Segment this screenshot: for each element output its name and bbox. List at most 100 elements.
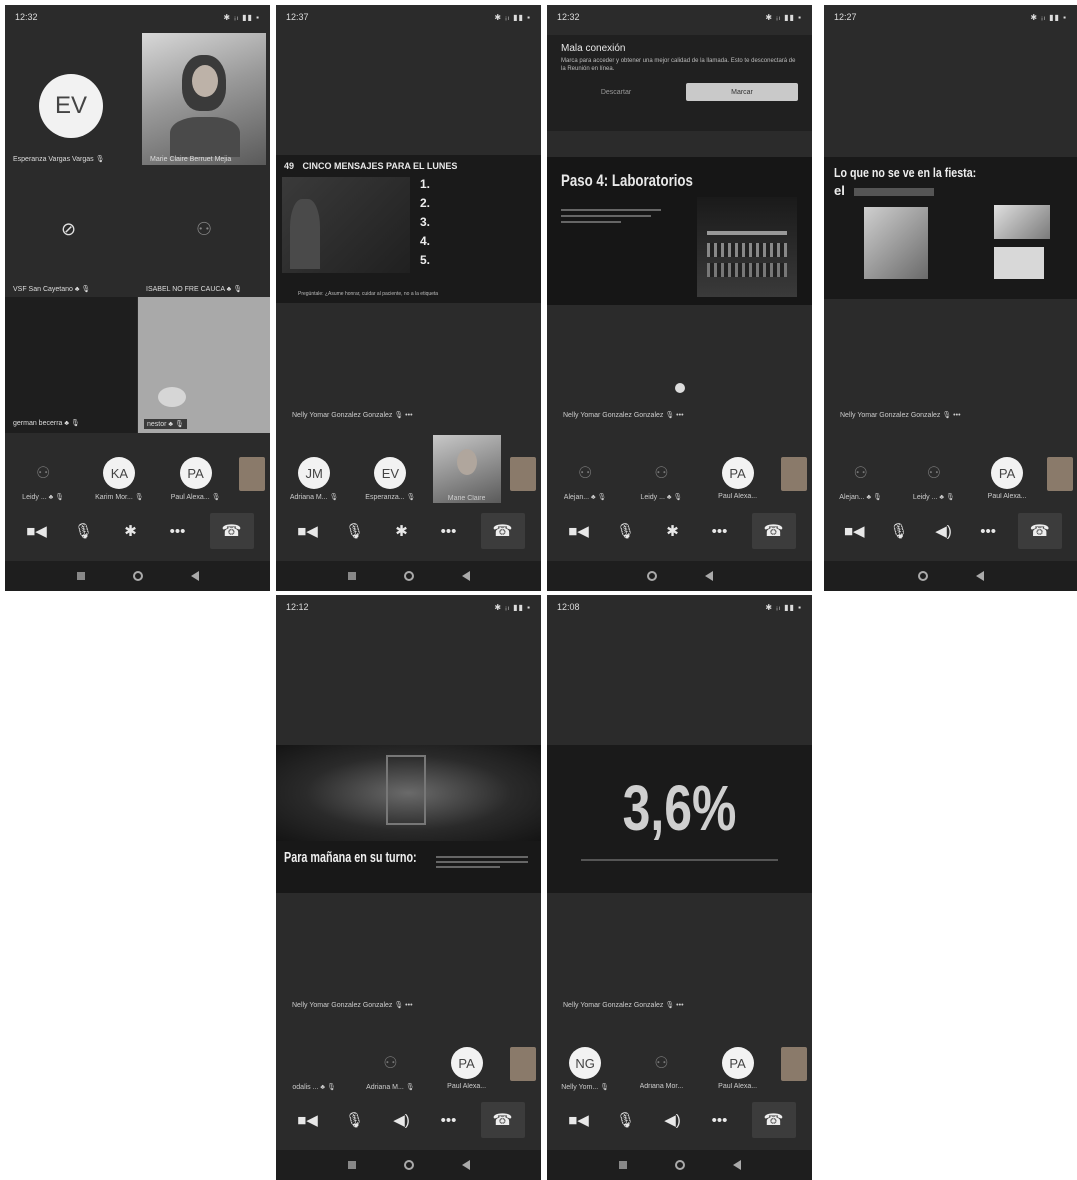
- video-tile-ev[interactable]: EV Esperanza Vargas Vargas 🎙: [5, 29, 137, 169]
- more-icon[interactable]: •••: [705, 1105, 735, 1135]
- back-button[interactable]: [461, 1160, 470, 1170]
- participant[interactable]: EV Esperanza... 🎙: [358, 457, 422, 501]
- video-feed-image: [142, 33, 266, 165]
- home-button[interactable]: [646, 571, 657, 581]
- bluetooth-icon[interactable]: ✱: [387, 516, 417, 546]
- recents-button[interactable]: [618, 1161, 627, 1169]
- participant[interactable]: PA Paul Alexa...: [975, 457, 1039, 500]
- participant[interactable]: JM Adriana M... 🎙: [282, 457, 346, 501]
- participant[interactable]: [509, 1047, 536, 1081]
- video-feed-image: [158, 387, 186, 407]
- speaker-icon[interactable]: ◀): [928, 516, 958, 546]
- hang-up-button[interactable]: ☎: [480, 1102, 525, 1138]
- camera-off-icon[interactable]: ■◀: [293, 516, 323, 546]
- camera-off-icon[interactable]: ■◀: [22, 516, 52, 546]
- shared-slide[interactable]: 3,6%: [547, 745, 812, 893]
- hang-up-button[interactable]: ☎: [751, 513, 796, 549]
- status-bar: 12:27 ✱ ᵢₗ ▮▮ ▪: [824, 5, 1077, 29]
- participant[interactable]: odalis ... ♣ 🎙: [282, 1047, 346, 1091]
- back-button[interactable]: [461, 571, 470, 581]
- mic-off-icon[interactable]: 🎙: [611, 1105, 641, 1135]
- home-button[interactable]: [917, 571, 928, 581]
- recents-button[interactable]: [347, 1161, 356, 1169]
- participant[interactable]: PA Paul Alexa...: [706, 457, 770, 500]
- participant-name: Leidy ... ♣ 🎙: [22, 494, 65, 501]
- participant[interactable]: [780, 1047, 807, 1081]
- participant-name: Paul Alexa...: [718, 1083, 758, 1090]
- more-icon[interactable]: •••: [705, 516, 735, 546]
- video-tile-vsf[interactable]: ⊘ VSF San Cayetano ♣ 🎙: [5, 169, 137, 295]
- camera-off-icon[interactable]: ■◀: [564, 1105, 594, 1135]
- slide-title: CINCO MENSAJES PARA EL LUNES: [302, 161, 458, 171]
- participant[interactable]: ⚇ Leidy ... ♣ 🎙: [629, 457, 693, 501]
- shared-slide[interactable]: 49 CINCO MENSAJES PARA EL LUNES 1. 2. 3.…: [276, 155, 541, 303]
- participant[interactable]: ⚇ Adriana M... 🎙: [358, 1047, 422, 1091]
- bluetooth-icon[interactable]: ✱: [658, 516, 688, 546]
- participant[interactable]: PA Paul Alexa...: [435, 1047, 499, 1090]
- slide-body-lines: [436, 853, 528, 871]
- more-icon[interactable]: •••: [163, 516, 193, 546]
- shared-slide[interactable]: Para mañana en su turno:: [276, 745, 541, 893]
- avatar: EV: [39, 74, 103, 138]
- slide-photo-2: [994, 205, 1050, 239]
- hang-up-button[interactable]: ☎: [480, 513, 525, 549]
- participant[interactable]: ⚇ Alejan... ♣ 🎙: [553, 457, 617, 501]
- avatar: [509, 1047, 536, 1081]
- camera-off-icon[interactable]: ■◀: [293, 1105, 323, 1135]
- dismiss-button[interactable]: Descartar: [561, 83, 671, 101]
- face: [192, 65, 218, 97]
- more-icon[interactable]: •••: [973, 516, 1003, 546]
- hang-up-button[interactable]: ☎: [209, 513, 254, 549]
- status-icons: ✱ ᵢₗ ▮▮ ▪: [765, 12, 802, 22]
- camera-off-icon[interactable]: ■◀: [564, 516, 594, 546]
- video-tile-german[interactable]: german becerra ♣ 🎙: [5, 297, 137, 433]
- mic-off-icon[interactable]: 🎙: [340, 516, 370, 546]
- hang-up-button[interactable]: ☎: [751, 1102, 796, 1138]
- shared-slide[interactable]: Lo que no se ve en la fiesta: el: [824, 157, 1077, 299]
- shared-slide[interactable]: Paso 4: Laboratorios: [547, 157, 812, 305]
- recents-button[interactable]: [76, 572, 85, 580]
- participant[interactable]: KA Karim Mor... 🎙: [87, 457, 151, 501]
- presenter-name: Nelly Yomar Gonzalez Gonzalez 🎙 •••: [563, 412, 684, 419]
- more-icon[interactable]: •••: [434, 1105, 464, 1135]
- participant[interactable]: PA Paul Alexa...: [706, 1047, 770, 1090]
- participant[interactable]: ⚇ Alejan... ♣ 🎙: [829, 457, 893, 501]
- avatar: [780, 1047, 807, 1081]
- mic-off-icon[interactable]: 🎙: [884, 516, 914, 546]
- participant[interactable]: [780, 457, 807, 491]
- mic-off-icon[interactable]: 🎙: [611, 516, 641, 546]
- speaker-icon[interactable]: ◀): [658, 1105, 688, 1135]
- home-button[interactable]: [403, 571, 414, 581]
- slide-caption: [581, 859, 778, 861]
- participant[interactable]: [509, 457, 536, 491]
- home-button[interactable]: [674, 1160, 685, 1170]
- participant-name: Paul Alexa...: [718, 493, 758, 500]
- participant[interactable]: NG Nelly Yom... 🎙: [553, 1047, 617, 1091]
- more-icon[interactable]: •••: [434, 516, 464, 546]
- back-button[interactable]: [732, 1160, 741, 1170]
- home-button[interactable]: [132, 571, 143, 581]
- video-tile-nestor[interactable]: nestor ♣ 🎙: [138, 297, 270, 433]
- participant[interactable]: ⚇ Leidy ... ♣ 🎙: [902, 457, 966, 501]
- camera-off-icon[interactable]: ■◀: [839, 516, 869, 546]
- call-controls: ■◀ 🎙 ✱ ••• ☎: [276, 509, 541, 553]
- back-button[interactable]: [190, 571, 199, 581]
- participant[interactable]: [238, 457, 265, 491]
- video-tile-isabel[interactable]: ⚇ ISABEL NO FRE CAUCA ♣ 🎙: [138, 169, 270, 295]
- hang-up-button[interactable]: ☎: [1017, 513, 1062, 549]
- speaker-icon[interactable]: ◀): [387, 1105, 417, 1135]
- participant[interactable]: ⚇ Adriana Mor...: [629, 1047, 693, 1090]
- mic-off-icon[interactable]: 🎙: [340, 1105, 370, 1135]
- video-tile-marie[interactable]: Marie Claire Berruet Mejia: [138, 29, 270, 169]
- dial-button[interactable]: Marcar: [686, 83, 798, 102]
- back-button[interactable]: [975, 571, 984, 581]
- back-button[interactable]: [704, 571, 713, 581]
- mic-off-icon[interactable]: 🎙: [69, 516, 99, 546]
- recents-button[interactable]: [347, 572, 356, 580]
- participant[interactable]: [1047, 457, 1074, 491]
- participant[interactable]: ⚇ Leidy ... ♣ 🎙: [11, 457, 75, 501]
- bluetooth-icon[interactable]: ✱: [116, 516, 146, 546]
- home-button[interactable]: [403, 1160, 414, 1170]
- avatar: NG: [569, 1047, 602, 1079]
- participant[interactable]: PA Paul Alexa... 🎙: [164, 457, 228, 501]
